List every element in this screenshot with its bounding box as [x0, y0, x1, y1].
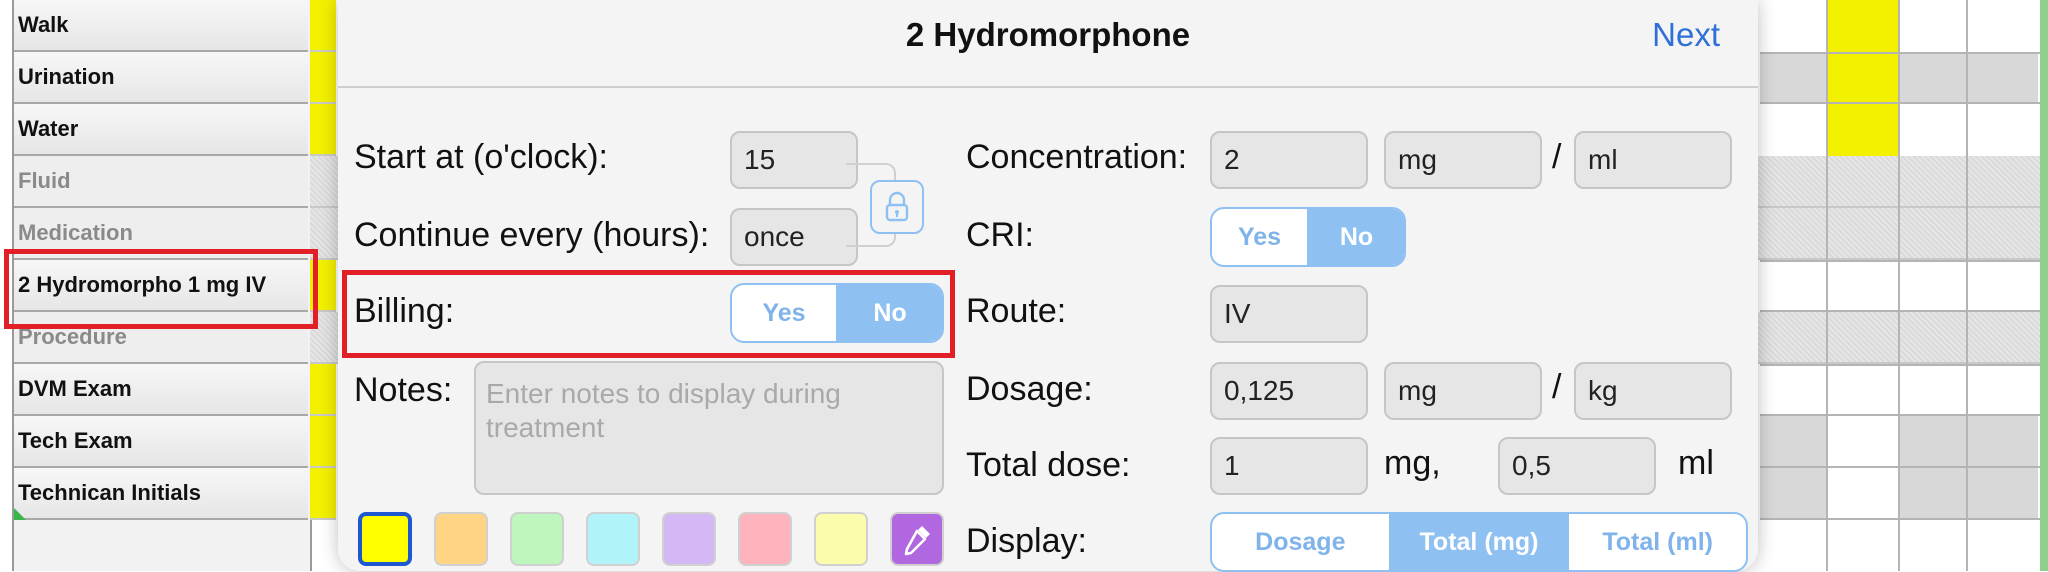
time-cell[interactable] — [1760, 468, 1826, 518]
time-cell[interactable] — [1968, 52, 2038, 102]
time-cell[interactable] — [1900, 468, 1966, 518]
highlight-box-medication-row — [4, 249, 318, 329]
color-swatch-light-yellow[interactable] — [814, 512, 868, 566]
grid-line — [1760, 466, 2048, 468]
grid-line — [1760, 518, 2048, 520]
concentration-separator: / — [1552, 138, 1562, 176]
total-dose-label: Total dose: — [966, 446, 1131, 484]
total-ml-field[interactable]: 0,5 — [1498, 437, 1656, 495]
concentration-label: Concentration: — [966, 138, 1188, 176]
medication-dialog: 2 Hydromorphone Next Start at (o'clock):… — [338, 0, 1758, 572]
time-cell[interactable] — [310, 468, 336, 520]
continue-label: Continue every (hours): — [354, 216, 710, 254]
color-swatch-cyan[interactable] — [586, 512, 640, 566]
total-mg-field[interactable]: 1 — [1210, 437, 1368, 495]
color-swatch-green[interactable] — [510, 512, 564, 566]
start-field[interactable]: 15 — [730, 131, 858, 189]
row-marker — [14, 508, 26, 520]
eyedropper-icon[interactable] — [890, 512, 944, 566]
dosage-value-field[interactable]: 0,125 — [1210, 362, 1368, 420]
route-field[interactable]: IV — [1210, 285, 1368, 343]
dosage-per-field[interactable]: kg — [1574, 362, 1732, 420]
time-cell[interactable] — [310, 52, 336, 104]
lock-icon[interactable] — [870, 180, 924, 234]
notes-textarea[interactable]: Enter notes to display during treatment — [474, 361, 944, 495]
cri-label: CRI: — [966, 216, 1034, 254]
start-label: Start at (o'clock): — [354, 138, 609, 176]
time-cell[interactable] — [310, 364, 336, 416]
dialog-header: 2 Hydromorphone Next — [338, 0, 1758, 88]
grid-line — [1760, 52, 2048, 54]
display-total-ml-option[interactable]: Total (ml) — [1567, 514, 1746, 570]
dosage-separator: / — [1552, 368, 1562, 406]
continue-field[interactable]: once — [730, 208, 858, 266]
dosage-label: Dosage: — [966, 370, 1093, 408]
time-cell[interactable] — [310, 416, 336, 468]
color-swatch-orange[interactable] — [434, 512, 488, 566]
time-cell[interactable] — [1900, 52, 1966, 102]
display-toggle: Dosage Total (mg) Total (ml) — [1210, 512, 1748, 572]
color-swatch-purple[interactable] — [662, 512, 716, 566]
row-label-water[interactable]: Water — [14, 104, 308, 156]
grid-line — [1898, 0, 1900, 571]
grid-line — [1760, 102, 2048, 104]
display-dosage-option[interactable]: Dosage — [1212, 514, 1389, 570]
section-label-fluid: Fluid — [14, 156, 308, 208]
time-cell[interactable] — [1760, 52, 1826, 102]
grid-line — [1966, 0, 1968, 571]
time-cell[interactable] — [310, 0, 336, 52]
row-label-walk[interactable]: Walk — [14, 0, 308, 52]
row-label-technician-initials[interactable]: Technican Initials — [14, 468, 308, 520]
display-total-mg-option[interactable]: Total (mg) — [1388, 514, 1568, 570]
concentration-value-field[interactable]: 2 — [1210, 131, 1368, 189]
dosage-unit-field[interactable]: mg — [1384, 362, 1542, 420]
grid-line — [1760, 260, 2048, 262]
row-label-tech-exam[interactable]: Tech Exam — [14, 416, 308, 468]
total-ml-unit: ml — [1678, 444, 1714, 482]
dialog-title: 2 Hydromorphone — [905, 16, 1191, 53]
grid-line — [1826, 0, 1828, 571]
cri-yes-option[interactable]: Yes — [1212, 209, 1307, 265]
concentration-unit-field[interactable]: mg — [1384, 131, 1542, 189]
highlight-box-billing — [342, 270, 955, 358]
time-cell[interactable] — [1900, 416, 1966, 466]
route-label: Route: — [966, 292, 1067, 330]
total-mg-unit: mg, — [1384, 444, 1441, 482]
row-label-dvm-exam[interactable]: DVM Exam — [14, 364, 308, 416]
grid-line — [1760, 414, 2048, 416]
row-label-urination[interactable]: Urination — [14, 52, 308, 104]
cri-toggle: Yes No — [1210, 207, 1406, 267]
notes-label: Notes: — [354, 371, 453, 409]
time-cell[interactable] — [1760, 416, 1826, 466]
time-cell[interactable] — [310, 104, 336, 156]
concentration-per-field[interactable]: ml — [1574, 131, 1732, 189]
display-label: Display: — [966, 522, 1087, 560]
next-button[interactable]: Next — [1652, 16, 1720, 54]
scroll-edge — [2040, 0, 2048, 571]
time-cell[interactable] — [1968, 468, 2038, 518]
color-swatch-pink[interactable] — [738, 512, 792, 566]
time-cell-highlighted[interactable] — [1828, 0, 1898, 156]
grid-line — [1760, 310, 2048, 312]
grid-line — [1760, 364, 2048, 366]
cri-no-option[interactable]: No — [1307, 209, 1404, 265]
time-cell[interactable] — [1968, 416, 2038, 466]
color-swatch-yellow[interactable] — [358, 512, 412, 566]
